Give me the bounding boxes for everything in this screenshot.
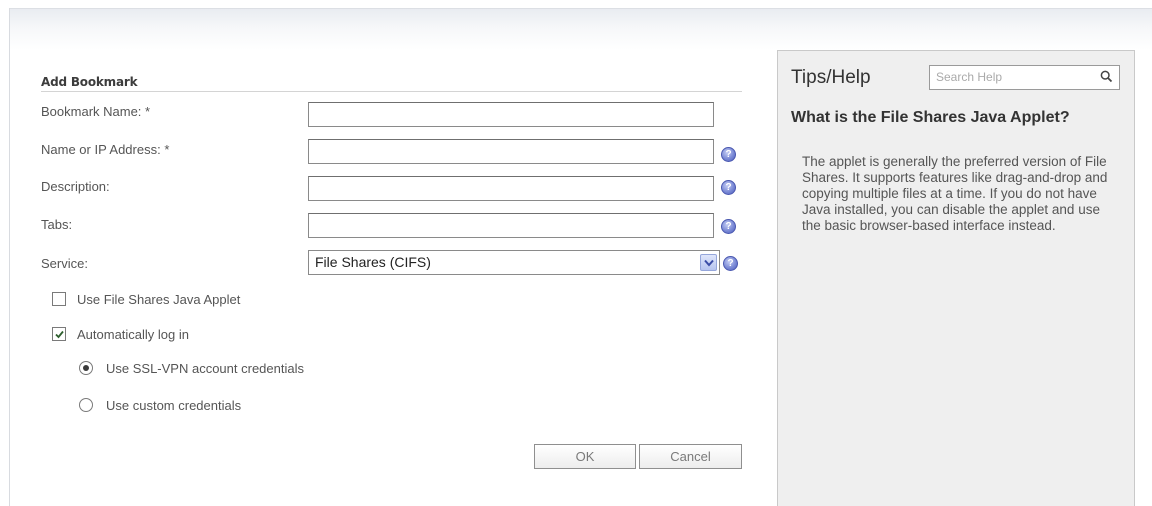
ssl-vpn-credentials-radio[interactable] [79, 361, 93, 375]
radio-selected-dot [83, 365, 89, 371]
form-title-divider [41, 91, 742, 92]
left-border [9, 8, 10, 506]
top-header-band [9, 8, 1152, 50]
help-icon[interactable]: ? [723, 256, 738, 271]
chevron-down-icon[interactable] [700, 254, 717, 271]
tips-help-panel: Tips/Help Search Help What is the File S… [777, 50, 1135, 506]
search-icon[interactable] [1100, 70, 1113, 83]
checkmark-icon [55, 330, 64, 339]
service-select[interactable]: File Shares (CIFS) [308, 250, 720, 275]
help-topic-heading: What is the File Shares Java Applet? [791, 109, 1070, 126]
help-icon[interactable]: ? [721, 147, 736, 162]
form-title: Add Bookmark [41, 75, 138, 89]
help-panel-title: Tips/Help [791, 67, 871, 88]
bookmark-name-input[interactable] [308, 102, 714, 127]
custom-credentials-label: Use custom credentials [106, 398, 242, 413]
help-search-placeholder: Search Help [936, 70, 1003, 84]
service-select-value: File Shares (CIFS) [315, 254, 431, 270]
description-input[interactable] [308, 176, 714, 201]
tabs-label: Tabs: [41, 217, 73, 232]
ok-button[interactable]: OK [534, 444, 636, 469]
tabs-input[interactable] [308, 213, 714, 238]
name-or-ip-label: Name or IP Address: * [41, 142, 170, 157]
use-java-applet-label: Use File Shares Java Applet [77, 292, 241, 307]
use-java-applet-checkbox[interactable] [52, 292, 66, 306]
auto-login-checkbox[interactable] [52, 327, 66, 341]
help-search-input[interactable]: Search Help [929, 65, 1120, 90]
auto-login-label: Automatically log in [77, 327, 189, 342]
ssl-vpn-credentials-label: Use SSL-VPN account credentials [106, 361, 304, 376]
help-icon[interactable]: ? [721, 219, 736, 234]
help-icon[interactable]: ? [721, 180, 736, 195]
service-label: Service: [41, 256, 88, 271]
help-topic-body: The applet is generally the preferred ve… [802, 154, 1108, 233]
cancel-button[interactable]: Cancel [639, 444, 742, 469]
custom-credentials-radio[interactable] [79, 398, 93, 412]
name-or-ip-input[interactable] [308, 139, 714, 164]
description-label: Description: [41, 179, 110, 194]
bookmark-name-label: Bookmark Name: * [41, 104, 151, 119]
